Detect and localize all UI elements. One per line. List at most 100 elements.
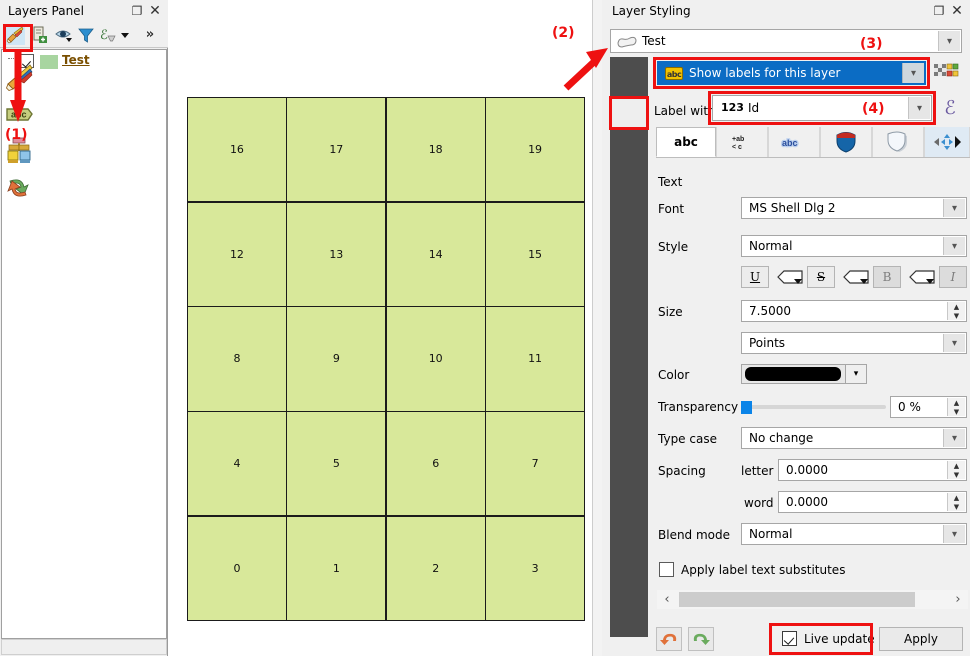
chevron-down-icon[interactable]: ▾: [943, 429, 965, 447]
grid-cell[interactable]: 18: [386, 98, 485, 202]
panel-horizontal-scrollbar[interactable]: ‹ ›: [657, 590, 968, 609]
undo-redo-arrows-icon[interactable]: [4, 173, 34, 203]
grid-cell[interactable]: 12: [188, 202, 286, 306]
underline-button[interactable]: U: [741, 266, 769, 288]
blend-mode-label: Blend mode: [658, 528, 731, 542]
text-section-heading: Text: [658, 175, 683, 189]
redo-icon[interactable]: [688, 627, 714, 651]
size-spinbox[interactable]: 7.5000 ▲ ▼: [741, 300, 967, 322]
more-chevrons-icon[interactable]: »: [142, 25, 158, 45]
close-icon[interactable]: ✕: [148, 4, 162, 18]
slider-handle[interactable]: [741, 401, 752, 414]
grid-cell[interactable]: 17: [287, 98, 386, 202]
text-color-button[interactable]: ▾: [741, 364, 867, 384]
grid-features: 16 17 18 19 12 13 14 15 8 9 10 11 4 5 6 …: [187, 97, 585, 621]
scroll-left-icon[interactable]: ‹: [657, 591, 677, 608]
grid-cell[interactable]: 10: [386, 307, 485, 411]
type-case-label: Type case: [658, 432, 717, 446]
tab-text[interactable]: abc: [656, 127, 716, 157]
tab-background[interactable]: [820, 127, 872, 157]
grid-cell[interactable]: 11: [486, 307, 584, 411]
tab-buffer[interactable]: abc: [768, 127, 820, 157]
style-combo[interactable]: Normal ▾: [741, 235, 967, 257]
bold-button-label: B: [882, 270, 892, 284]
grid-cell[interactable]: 0: [188, 516, 286, 620]
map-vertical-scrollbar[interactable]: [592, 0, 602, 656]
transparency-spinbox[interactable]: 0 % ▲ ▼: [890, 396, 967, 418]
layer-selector-value: Test: [642, 34, 666, 48]
float-icon[interactable]: ❐: [932, 4, 946, 18]
transparency-stepper[interactable]: ▲ ▼: [947, 398, 965, 416]
grid-cell[interactable]: 16: [188, 98, 286, 202]
chevron-down-icon[interactable]: ▾: [943, 237, 965, 255]
strikethrough-data-defined-button[interactable]: [841, 266, 871, 288]
layers-panel-title: Layers Panel: [8, 4, 84, 18]
stepper-down-icon[interactable]: ▼: [948, 502, 965, 511]
size-units-combo[interactable]: Points ▾: [741, 332, 967, 354]
stepper-up-icon[interactable]: ▲: [948, 398, 965, 407]
transparency-slider[interactable]: [741, 401, 886, 414]
grid-cell[interactable]: 13: [287, 202, 386, 306]
italic-button[interactable]: I: [939, 266, 967, 288]
checkerboard-icon[interactable]: [932, 61, 962, 85]
font-combo[interactable]: MS Shell Dlg 2 ▾: [741, 197, 967, 219]
grid-cell[interactable]: 9: [287, 307, 386, 411]
scrollbar-thumb[interactable]: [679, 592, 915, 607]
float-icon[interactable]: ❐: [130, 4, 144, 18]
underline-data-defined-button[interactable]: [775, 266, 805, 288]
word-spacing-stepper[interactable]: ▲ ▼: [947, 493, 965, 511]
grid-cell[interactable]: 14: [386, 202, 485, 306]
grid-cell[interactable]: 4: [188, 412, 286, 516]
stepper-down-icon[interactable]: ▼: [948, 407, 965, 416]
layer-selector-combo[interactable]: Test ▾: [610, 29, 962, 53]
grid-cell[interactable]: 8: [188, 307, 286, 411]
expression-filter-icon[interactable]: ℰ: [98, 25, 118, 45]
background-icon: [836, 132, 856, 153]
apply-substitutes-checkbox[interactable]: [659, 562, 674, 577]
chevron-down-icon[interactable]: ▾: [938, 31, 960, 51]
close-icon[interactable]: ✕: [950, 4, 964, 18]
grid-cell[interactable]: 15: [486, 202, 584, 306]
grid-cell[interactable]: 1: [287, 516, 386, 620]
grid-cell[interactable]: 6: [386, 412, 485, 516]
letter-spacing-spinbox[interactable]: 0.0000 ▲ ▼: [778, 459, 967, 481]
add-group-icon[interactable]: [30, 25, 50, 45]
chevron-down-icon[interactable]: ▾: [943, 199, 965, 217]
grid-cell[interactable]: 7: [486, 412, 584, 516]
undo-icon[interactable]: [656, 627, 682, 651]
grid-cell[interactable]: 2: [386, 516, 485, 620]
filter-legend-icon[interactable]: [76, 25, 96, 45]
type-case-combo[interactable]: No change ▾: [741, 427, 967, 449]
letter-spacing-stepper[interactable]: ▲ ▼: [947, 461, 965, 479]
apply-button[interactable]: Apply: [879, 627, 963, 651]
tab-placement[interactable]: [924, 127, 970, 157]
annotation-box-1: [3, 24, 33, 52]
expression-button[interactable]: ℰ: [936, 94, 964, 122]
grid-cell[interactable]: 3: [486, 516, 584, 620]
layers-horizontal-scrollbar[interactable]: [1, 639, 167, 655]
stepper-up-icon[interactable]: ▲: [948, 302, 965, 311]
map-canvas[interactable]: 16 17 18 19 12 13 14 15 8 9 10 11 4 5 6 …: [168, 0, 602, 656]
stepper-down-icon[interactable]: ▼: [948, 470, 965, 479]
blend-mode-combo[interactable]: Normal ▾: [741, 523, 967, 545]
chevron-down-icon[interactable]: [118, 25, 132, 45]
font-value: MS Shell Dlg 2: [749, 201, 836, 215]
tab-formatting[interactable]: +ab < c: [716, 127, 768, 157]
stepper-down-icon[interactable]: ▼: [948, 311, 965, 320]
word-spacing-spinbox[interactable]: 0.0000 ▲ ▼: [778, 491, 967, 513]
grid-cell[interactable]: 19: [486, 98, 584, 202]
tab-shadow[interactable]: [872, 127, 924, 157]
layer-name-label[interactable]: Test: [62, 53, 90, 67]
bold-data-defined-button[interactable]: [907, 266, 937, 288]
stepper-up-icon[interactable]: ▲: [948, 461, 965, 470]
grid-cell[interactable]: 5: [287, 412, 386, 516]
stepper-up-icon[interactable]: ▲: [948, 493, 965, 502]
scroll-right-icon[interactable]: ›: [948, 591, 968, 608]
strikethrough-button[interactable]: S: [807, 266, 835, 288]
size-stepper[interactable]: ▲ ▼: [947, 302, 965, 320]
chevron-down-icon[interactable]: ▾: [943, 525, 965, 543]
chevron-down-icon[interactable]: ▾: [845, 364, 867, 384]
bold-button[interactable]: B: [873, 266, 901, 288]
manage-map-themes-icon[interactable]: [54, 25, 74, 45]
chevron-down-icon[interactable]: ▾: [943, 334, 965, 352]
